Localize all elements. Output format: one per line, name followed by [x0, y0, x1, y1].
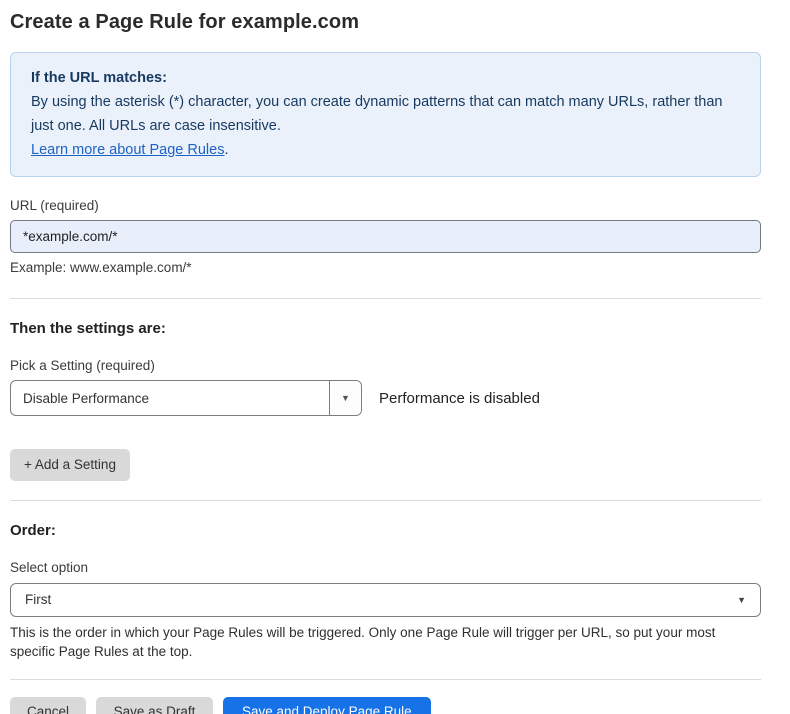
order-helper-text: This is the order in which your Page Rul…: [10, 623, 755, 661]
setting-picker-row: Disable Performance ▼ Performance is dis…: [10, 380, 761, 416]
divider: [10, 298, 761, 299]
order-select-label: Select option: [10, 560, 761, 575]
cancel-button[interactable]: Cancel: [10, 697, 86, 714]
learn-more-link[interactable]: Learn more about Page Rules: [31, 142, 224, 158]
footer-actions: Cancel Save as Draft Save and Deploy Pag…: [10, 697, 761, 714]
url-match-info-box: If the URL matches: By using the asteris…: [10, 52, 761, 177]
save-and-deploy-button[interactable]: Save and Deploy Page Rule: [223, 697, 431, 714]
info-box-heading: If the URL matches:: [31, 66, 740, 90]
divider: [10, 679, 761, 680]
divider: [10, 500, 761, 501]
chevron-down-icon: ▼: [737, 595, 746, 605]
info-box-body-text: By using the asterisk (*) character, you…: [31, 94, 723, 134]
page-rule-form: Create a Page Rule for example.com If th…: [10, 11, 761, 714]
settings-section-heading: Then the settings are:: [10, 320, 761, 337]
setting-picker-dropdown[interactable]: Disable Performance ▼: [10, 380, 362, 416]
order-select-value: First: [25, 592, 51, 607]
order-section-heading: Order:: [10, 522, 761, 539]
chevron-down-icon: ▼: [341, 393, 350, 403]
info-box-body: By using the asterisk (*) character, you…: [31, 90, 740, 138]
save-as-draft-button[interactable]: Save as Draft: [96, 697, 213, 714]
link-period: .: [224, 142, 228, 158]
add-setting-button[interactable]: + Add a Setting: [10, 449, 130, 481]
pick-setting-label: Pick a Setting (required): [10, 358, 761, 373]
order-select-dropdown[interactable]: First ▼: [10, 583, 761, 617]
url-input[interactable]: [10, 220, 761, 253]
info-box-link-line: Learn more about Page Rules.: [31, 138, 740, 162]
setting-picker-value: Disable Performance: [11, 381, 329, 415]
page-title: Create a Page Rule for example.com: [10, 11, 761, 34]
setting-picker-arrow-button[interactable]: ▼: [329, 381, 361, 415]
setting-status-text: Performance is disabled: [379, 390, 540, 407]
url-field-label: URL (required): [10, 198, 761, 213]
url-example-helper: Example: www.example.com/*: [10, 260, 761, 275]
